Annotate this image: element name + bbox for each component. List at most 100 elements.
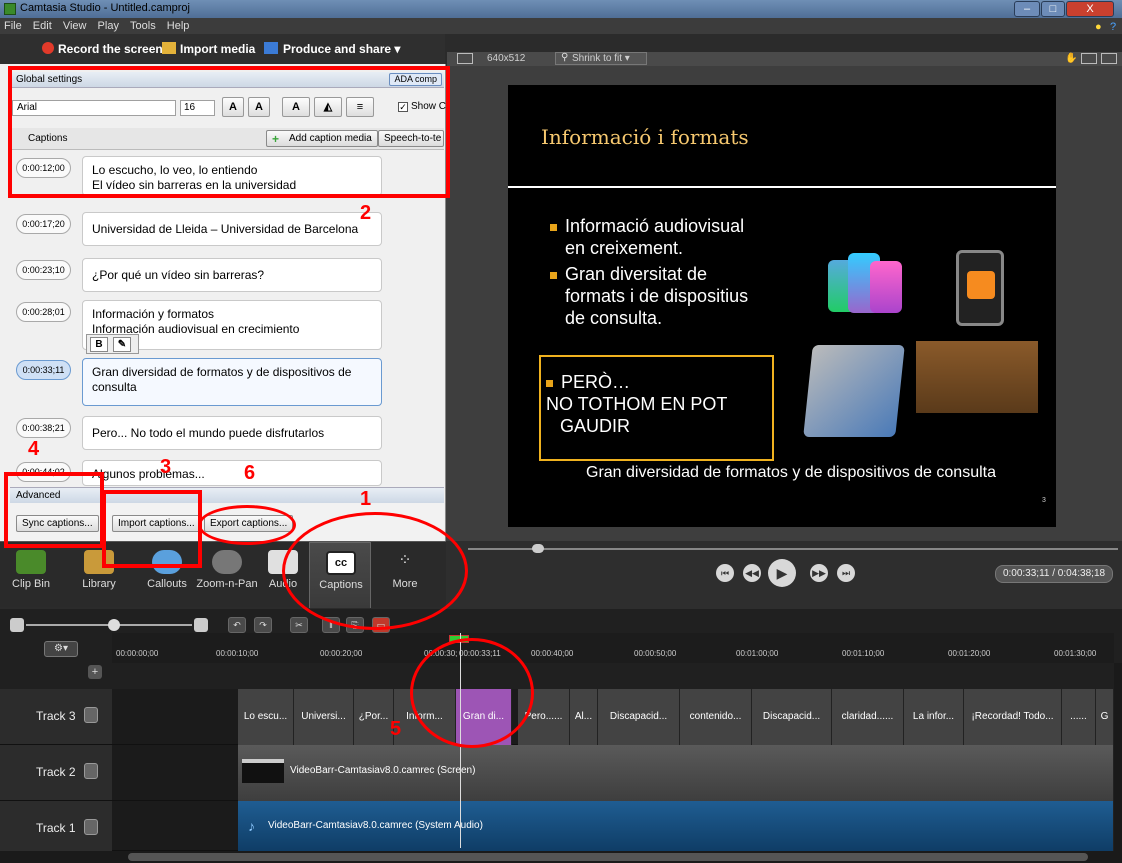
lock-icon[interactable] — [84, 763, 98, 779]
tablet-image — [803, 345, 905, 437]
caption-clip[interactable]: Universi... — [294, 689, 354, 745]
help-icon[interactable]: ? — [1106, 19, 1120, 35]
menu-tools[interactable]: Tools — [126, 18, 160, 34]
track-1-header[interactable]: Track 1 — [0, 801, 112, 857]
track-3-header[interactable]: Track 3 — [0, 689, 112, 745]
import-media-button[interactable]: Import media — [180, 42, 255, 56]
rss-phone-image — [956, 250, 1004, 326]
skip-end-button[interactable]: ⏭ — [837, 564, 855, 582]
film-icon — [16, 550, 46, 574]
tab-zoom-n-pan[interactable]: Zoom-n-Pan — [196, 542, 258, 608]
scrub-handle[interactable] — [532, 544, 544, 553]
caption-clip[interactable]: ...... — [1062, 689, 1096, 745]
screen-video-clip[interactable]: VideoBarr-Camtasiav8.0.camrec (Screen) — [238, 745, 1114, 801]
caption-line: Información y formatos — [92, 307, 215, 321]
caption-text-box[interactable]: Algunos problemas... — [82, 460, 382, 486]
caption-timestamp[interactable]: 0:00:23;10 — [16, 260, 71, 280]
hand-icon[interactable]: ✋ — [1065, 53, 1077, 64]
menu-bar: File Edit View Play Tools Help ● ? — [0, 18, 1122, 34]
magnifier-icon: ⚲ — [561, 52, 569, 63]
menu-view[interactable]: View — [59, 18, 91, 34]
caption-text-box[interactable]: Pero... No todo el mundo puede disfrutar… — [82, 416, 382, 450]
zoom-slider-handle[interactable] — [108, 619, 120, 631]
fullscreen-icon[interactable] — [1101, 53, 1117, 64]
lock-icon[interactable] — [84, 707, 98, 723]
caption-clip[interactable]: claridad...... — [832, 689, 904, 745]
caption-timestamp[interactable]: 0:00:28;01 — [16, 302, 71, 322]
detach-preview-icon[interactable] — [1081, 53, 1097, 64]
maximize-button[interactable]: □ — [1041, 1, 1065, 17]
caption-clip[interactable]: Lo escu... — [238, 689, 294, 745]
undo-button[interactable]: ↶ — [228, 617, 246, 633]
scrub-bar[interactable] — [468, 548, 1118, 550]
ruler-tick: 00:00:10;00 — [216, 649, 259, 658]
scrollbar-thumb[interactable] — [128, 853, 1088, 861]
track-label: Track 1 — [36, 821, 76, 835]
produce-icon — [264, 42, 278, 54]
bold-button[interactable]: B — [90, 337, 108, 352]
rewind-button[interactable]: ◀◀ — [743, 564, 761, 582]
record-screen-button[interactable]: Record the screen ▾ — [58, 42, 172, 56]
caption-clip[interactable]: ¡Recordad! Todo... — [964, 689, 1062, 745]
annotation-circle-5 — [410, 638, 534, 748]
tab-label: Zoom-n-Pan — [196, 578, 258, 590]
vertical-scrollbar[interactable] — [1114, 663, 1122, 851]
caption-clip[interactable]: La infor... — [904, 689, 964, 745]
slide-bullet: Informació audiovisual — [550, 215, 744, 237]
music-note-icon: ♪ — [248, 818, 255, 834]
lightbulb-icon[interactable]: ● — [1091, 19, 1106, 35]
window-title: Camtasia Studio - Untitled.camproj — [20, 2, 190, 14]
slide-title: Informació i formats — [541, 125, 749, 149]
annotation-number-3: 3 — [160, 456, 172, 478]
minimize-button[interactable]: – — [1014, 1, 1040, 17]
caption-timestamp[interactable]: 0:00:33;11 — [16, 360, 71, 380]
play-button[interactable]: ▶ — [768, 559, 796, 587]
add-track-button[interactable]: + — [88, 665, 102, 679]
tab-clip-bin[interactable]: Clip Bin — [0, 542, 62, 608]
caption-clip[interactable]: contenido... — [680, 689, 752, 745]
menu-edit[interactable]: Edit — [29, 18, 56, 34]
clip-label: VideoBarr-Camtasiav8.0.camrec (Screen) — [290, 765, 476, 776]
canvas-size-icon[interactable] — [457, 53, 473, 64]
caption-clip[interactable]: Discapacid... — [598, 689, 680, 745]
ruler-tick: 00:00:20;00 — [320, 649, 363, 658]
gear-icon[interactable]: ⚙▾ — [44, 641, 78, 657]
lock-icon[interactable] — [84, 819, 98, 835]
track-2-header[interactable]: Track 2 — [0, 745, 112, 801]
menu-file[interactable]: File — [0, 18, 26, 34]
canvas-dimensions[interactable]: 640x512 — [487, 53, 525, 64]
zoom-select[interactable]: Shrink to fit ▾ — [555, 52, 647, 65]
skip-back-button[interactable]: ⏮ — [716, 564, 734, 582]
caption-clip[interactable]: ¿Por... — [354, 689, 394, 745]
caption-clip[interactable]: G — [1096, 689, 1114, 745]
caption-text-box[interactable]: ¿Por qué un vídeo sin barreras? — [82, 258, 382, 292]
slide-divider — [508, 186, 1056, 188]
menu-play[interactable]: Play — [94, 18, 123, 34]
tab-label: Clip Bin — [12, 578, 50, 590]
zoom-in-icon[interactable] — [194, 618, 208, 632]
caption-overlay: Gran diversidad de formatos y de disposi… — [586, 464, 996, 481]
caption-timestamp[interactable]: 0:00:17;20 — [16, 214, 71, 234]
caption-timestamp[interactable]: 0:00:38;21 — [16, 418, 71, 438]
track-1-area: ♪ VideoBarr-Camtasiav8.0.camrec (System … — [112, 801, 1114, 851]
caption-clip[interactable]: Al... — [570, 689, 598, 745]
menu-help[interactable]: Help — [163, 18, 194, 34]
annotation-number-5: 5 — [390, 718, 402, 740]
fast-forward-button[interactable]: ▶▶ — [810, 564, 828, 582]
caption-text-box[interactable]: Gran diversidad de formatos y de disposi… — [82, 358, 382, 406]
slide-number: 3 — [1042, 497, 1046, 504]
zoom-out-icon[interactable] — [10, 618, 24, 632]
redo-button[interactable]: ↷ — [254, 617, 272, 633]
caption-text-box[interactable]: Universidad de Lleida – Universidad de B… — [82, 212, 382, 246]
system-audio-clip[interactable]: ♪ VideoBarr-Camtasiav8.0.camrec (System … — [238, 801, 1114, 851]
video-frame: Informació i formats Informació audiovis… — [508, 85, 1056, 527]
pencil-icon[interactable]: ✎ — [113, 337, 131, 352]
cut-button[interactable]: ✂ — [290, 617, 308, 633]
smartphone-image — [870, 261, 902, 313]
slide-bullet-cont: en creixement. — [565, 238, 684, 258]
produce-share-button[interactable]: Produce and share ▾ — [283, 42, 400, 56]
slide-bullet-cont: GAUDIR — [560, 416, 631, 436]
caption-clip[interactable]: Discapacid... — [752, 689, 832, 745]
close-button[interactable]: X — [1066, 1, 1114, 17]
time-ruler[interactable]: 00:00:00;00 00:00:10;00 00:00:20;00 00:0… — [112, 633, 1114, 663]
